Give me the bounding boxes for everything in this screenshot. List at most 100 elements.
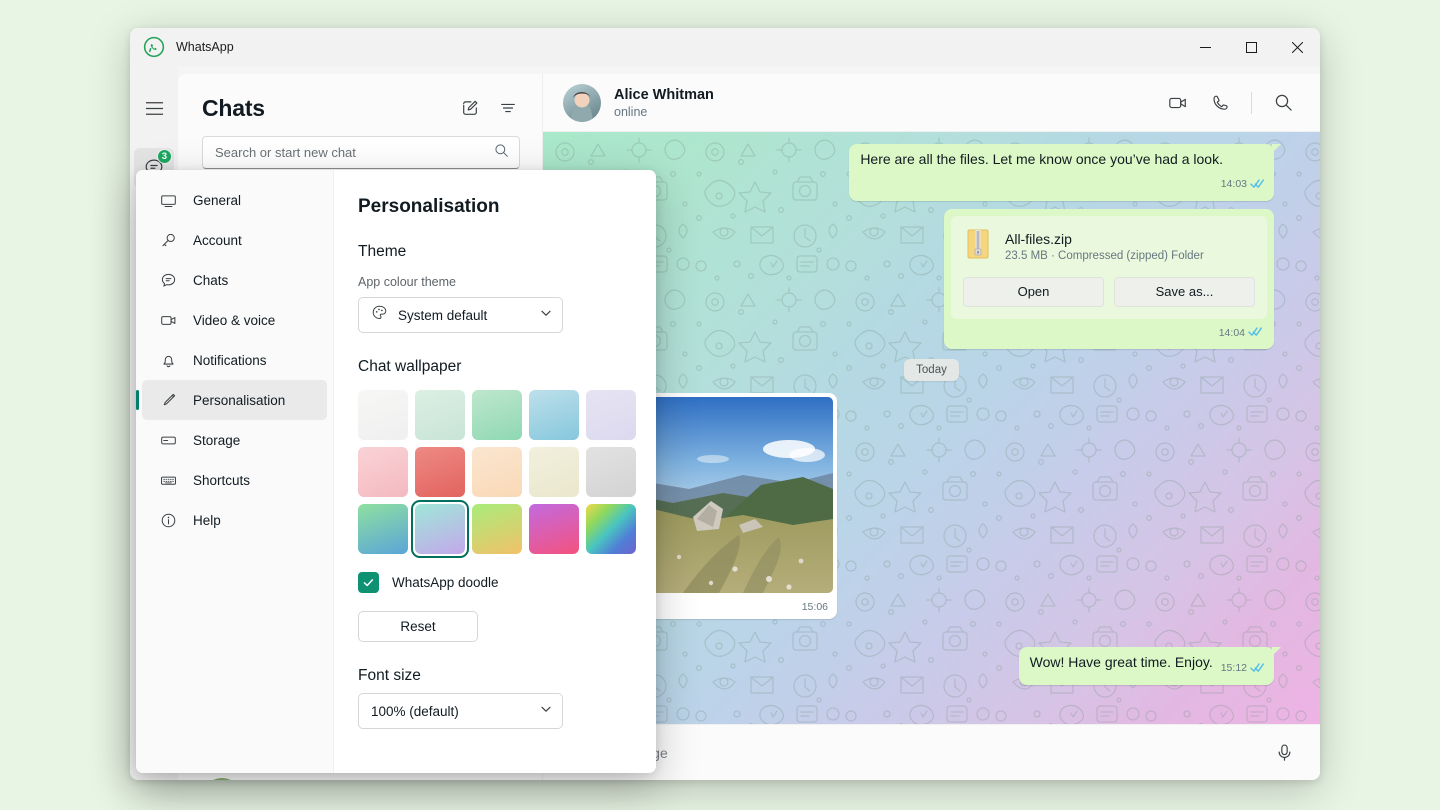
chat-list-header: Chats bbox=[178, 74, 542, 124]
sidebar-item-help[interactable]: Help bbox=[142, 500, 327, 540]
title-bar: WhatsApp bbox=[130, 28, 1320, 66]
font-size-section-title: Font size bbox=[358, 667, 628, 685]
contact-avatar[interactable] bbox=[563, 84, 601, 122]
app-colour-theme-select[interactable]: System default bbox=[358, 297, 563, 333]
sidebar-item-label: Video & voice bbox=[193, 313, 275, 328]
message-time: 14:04 bbox=[1219, 327, 1245, 339]
app-title: WhatsApp bbox=[176, 40, 234, 54]
video-call-button[interactable] bbox=[1159, 84, 1197, 122]
chat-wallpaper: Here are all the files. Let me know once… bbox=[543, 132, 1320, 724]
settings-content: Personalisation Theme App colour theme S… bbox=[334, 170, 656, 773]
zip-file-icon bbox=[965, 228, 991, 265]
mic-button[interactable] bbox=[1266, 735, 1302, 771]
voice-call-button[interactable] bbox=[1201, 84, 1239, 122]
contact-name: Alice Whitman bbox=[614, 87, 714, 103]
sidebar-item-label: Storage bbox=[193, 433, 240, 448]
message-row: All-files.zip 23.5 MB · Compressed (zipp… bbox=[589, 209, 1274, 349]
minimize-button[interactable] bbox=[1182, 28, 1228, 66]
font-size-select[interactable]: 100% (default) bbox=[358, 693, 563, 729]
file-meta: 23.5 MB · Compressed (zipped) Folder bbox=[1005, 250, 1204, 262]
wallpaper-swatch-peach[interactable] bbox=[472, 447, 522, 497]
sidebar-item-label: Chats bbox=[193, 273, 228, 288]
wallpaper-swatch-pale-mint[interactable] bbox=[415, 390, 465, 440]
message-composer bbox=[543, 724, 1320, 780]
wallpaper-swatch-mint-green[interactable] bbox=[472, 390, 522, 440]
read-receipt-icon bbox=[1250, 659, 1265, 678]
message-bubble-file[interactable]: All-files.zip 23.5 MB · Compressed (zipp… bbox=[944, 209, 1274, 349]
maximize-button[interactable] bbox=[1228, 28, 1274, 66]
palette-icon bbox=[371, 304, 388, 326]
chats-unread-badge: 3 bbox=[157, 149, 172, 164]
conversation-panel: Alice Whitman online bbox=[543, 74, 1320, 780]
filter-chats-button[interactable] bbox=[492, 92, 524, 124]
wallpaper-swatch-blush-pink[interactable] bbox=[358, 447, 408, 497]
chat-bubble-icon bbox=[158, 272, 178, 289]
reset-button[interactable]: Reset bbox=[358, 611, 478, 642]
wallpaper-swatch-cream[interactable] bbox=[529, 447, 579, 497]
chevron-down-icon bbox=[540, 702, 552, 720]
message-row: Here are all the files. Let me know once… bbox=[589, 144, 1274, 201]
whatsapp-doodle-row[interactable]: WhatsApp doodle bbox=[358, 572, 628, 593]
wallpaper-swatch-white[interactable] bbox=[358, 390, 408, 440]
sidebar-item-chats[interactable]: Chats bbox=[142, 260, 327, 300]
keyboard-icon bbox=[158, 472, 178, 489]
message-list: Here are all the files. Let me know once… bbox=[543, 132, 1320, 724]
whatsapp-logo-icon bbox=[142, 35, 166, 59]
video-camera-icon bbox=[158, 312, 178, 329]
menu-button[interactable] bbox=[134, 88, 174, 128]
header-divider bbox=[1251, 92, 1252, 114]
message-text: Wow! Have great time. Enjoy. bbox=[1030, 654, 1213, 670]
sidebar-item-notifications[interactable]: Notifications bbox=[142, 340, 327, 380]
open-file-button[interactable]: Open bbox=[963, 277, 1104, 307]
sidebar-item-label: Personalisation bbox=[193, 393, 285, 408]
wallpaper-swatch-magenta-pink[interactable] bbox=[529, 504, 579, 554]
search-icon bbox=[494, 143, 509, 163]
sidebar-item-account[interactable]: Account bbox=[142, 220, 327, 260]
chat-search-box[interactable] bbox=[202, 136, 520, 169]
wallpaper-swatch-rainbow[interactable] bbox=[586, 504, 636, 554]
wallpaper-swatch-teal-violet[interactable] bbox=[415, 504, 465, 554]
sidebar-item-label: Help bbox=[193, 513, 221, 528]
chevron-down-icon bbox=[540, 306, 552, 324]
sidebar-item-storage[interactable]: Storage bbox=[142, 420, 327, 460]
sidebar-item-personalisation[interactable]: Personalisation bbox=[142, 380, 327, 420]
wallpaper-swatch-lavender[interactable] bbox=[586, 390, 636, 440]
sidebar-item-shortcuts[interactable]: Shortcuts bbox=[142, 460, 327, 500]
sidebar-item-label: Shortcuts bbox=[193, 473, 250, 488]
date-divider-row: Today bbox=[589, 359, 1274, 381]
message-bubble-text[interactable]: Here are all the files. Let me know once… bbox=[849, 144, 1274, 201]
font-size-value: 100% (default) bbox=[371, 704, 459, 719]
wallpaper-swatch-lime-orange[interactable] bbox=[472, 504, 522, 554]
info-icon bbox=[158, 512, 178, 529]
read-receipt-icon bbox=[1248, 324, 1263, 342]
close-button[interactable] bbox=[1274, 28, 1320, 66]
theme-section-title: Theme bbox=[358, 243, 628, 261]
save-as-button[interactable]: Save as... bbox=[1114, 277, 1255, 307]
app-colour-theme-value: System default bbox=[398, 308, 487, 323]
message-time: 15:12 bbox=[1221, 661, 1247, 675]
message-row: here! 15:06 bbox=[589, 393, 1274, 619]
conversation-header: Alice Whitman online bbox=[543, 74, 1320, 132]
sidebar-item-video-voice[interactable]: Video & voice bbox=[142, 300, 327, 340]
chat-list-title: Chats bbox=[202, 95, 265, 122]
sidebar-item-general[interactable]: General bbox=[142, 180, 327, 220]
sidebar-item-label: General bbox=[193, 193, 241, 208]
contact-status: online bbox=[614, 105, 714, 119]
message-bubble-text[interactable]: Wow! Have great time. Enjoy. 15:12 bbox=[1019, 647, 1274, 685]
window-controls bbox=[1182, 28, 1320, 66]
new-chat-button[interactable] bbox=[454, 92, 486, 124]
wallpaper-swatch-sky-blue[interactable] bbox=[529, 390, 579, 440]
chat-search-wrapper bbox=[178, 124, 542, 169]
screen: WhatsApp bbox=[0, 0, 1440, 810]
conversation-search-button[interactable] bbox=[1264, 84, 1302, 122]
doodle-checkbox[interactable] bbox=[358, 572, 379, 593]
wallpaper-swatch-grey[interactable] bbox=[586, 447, 636, 497]
sidebar-item-label: Notifications bbox=[193, 353, 267, 368]
wallpaper-swatch-coral-red[interactable] bbox=[415, 447, 465, 497]
date-divider: Today bbox=[904, 359, 959, 381]
file-name: All-files.zip bbox=[1005, 231, 1204, 247]
search-input[interactable] bbox=[215, 145, 494, 160]
wallpaper-swatch-green-blue[interactable] bbox=[358, 504, 408, 554]
message-input[interactable] bbox=[565, 745, 1266, 761]
message-row: Wow! Have great time. Enjoy. 15:12 bbox=[589, 647, 1274, 685]
